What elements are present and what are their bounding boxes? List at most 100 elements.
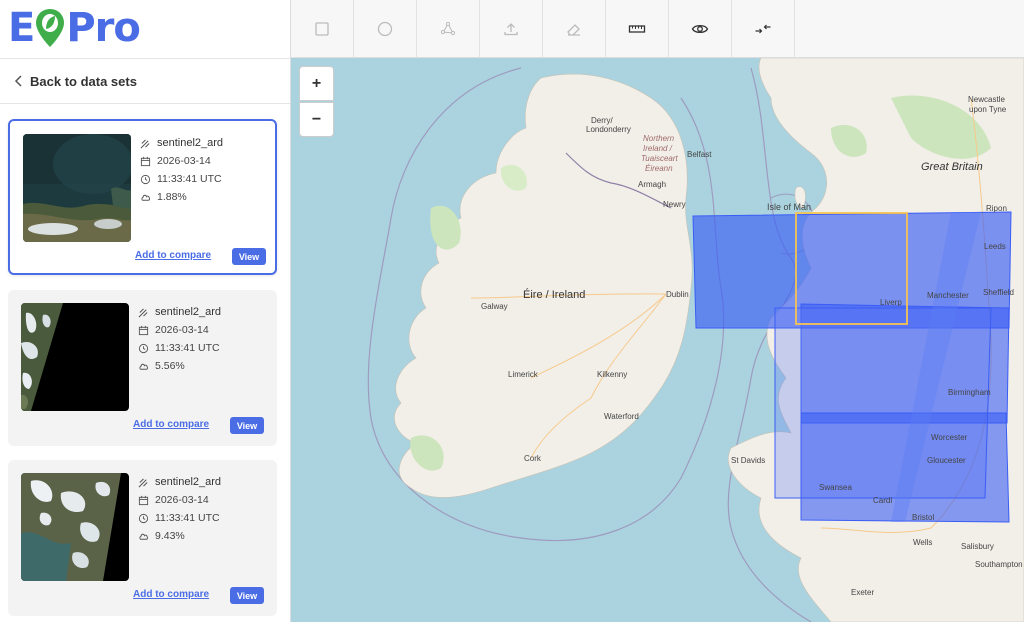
map-label: Birmingham (948, 388, 991, 397)
map-label: Newry (663, 200, 686, 209)
map-label: Kilkenny (597, 370, 628, 379)
map-label: Liverp (880, 298, 902, 307)
map-view[interactable]: + − Derry/ Londonderry Northern Ireland … (291, 58, 1024, 622)
scene-metadata: sentinel2_ard 2026-03-14 11:33:41 UTC 9.… (138, 473, 221, 545)
map-label: Sheffield (983, 288, 1014, 297)
draw-polygon-tool[interactable] (417, 0, 480, 58)
map-label: Worcester (931, 433, 968, 442)
result-card[interactable]: sentinel2_ard 2026-03-14 11:33:41 UTC 1.… (8, 119, 277, 275)
scene-thumbnail[interactable] (21, 473, 129, 581)
collection-name: sentinel2_ard (155, 306, 222, 318)
map-label: Leeds (984, 242, 1006, 251)
map-label: Northern (643, 134, 675, 143)
zoom-in-button[interactable]: + (299, 66, 334, 101)
add-to-compare-link[interactable]: Add to compare (133, 589, 209, 600)
scene-thumbnail[interactable] (21, 303, 129, 411)
map-label: Tuaisceart (641, 154, 678, 163)
map-label: Derry/ (591, 116, 613, 125)
map-label: Armagh (638, 180, 667, 189)
collapse-tool[interactable] (732, 0, 795, 58)
map-label: Southampton (975, 560, 1023, 569)
erase-tool[interactable] (543, 0, 606, 58)
add-to-compare-link[interactable]: Add to compare (133, 419, 209, 430)
map-label: Éire / Ireland (523, 289, 586, 301)
acquisition-date: 2026-03-14 (157, 155, 211, 167)
satellite-icon (140, 138, 150, 148)
map-label: Salisbury (961, 542, 994, 551)
sidebar: E Pro Back to data sets sentinel2_ard 20… (0, 0, 291, 622)
ruler-icon (628, 25, 646, 33)
map-label: Londonderry (586, 125, 631, 134)
map-label: Gloucester (927, 456, 966, 465)
toggle-visibility-tool[interactable] (669, 0, 732, 58)
add-to-compare-link[interactable]: Add to compare (135, 250, 211, 261)
scene-metadata: sentinel2_ard 2026-03-14 11:33:41 UTC 5.… (138, 303, 221, 375)
eye-icon (691, 24, 709, 34)
map-label: Cardi (873, 496, 893, 505)
view-button[interactable]: View (232, 248, 266, 265)
map-label: Ripon (986, 204, 1007, 213)
square-icon (315, 22, 329, 36)
map-label: Isle of Man (767, 202, 812, 212)
collection-name: sentinel2_ard (155, 476, 222, 488)
acquisition-date: 2026-03-14 (155, 494, 209, 506)
circle-icon (377, 21, 393, 37)
map-label: Cork (524, 454, 541, 463)
eopro-logo[interactable]: E Pro (8, 5, 141, 51)
satellite-icon (138, 307, 148, 317)
map-label: Limerick (508, 370, 538, 379)
map-label: upon Tyne (969, 105, 1007, 114)
map-label: Manchester (927, 291, 969, 300)
acquisition-time: 11:33:41 UTC (155, 512, 220, 524)
calendar-icon (138, 495, 149, 505)
view-button[interactable]: View (230, 587, 264, 604)
map-pin-leaf-icon (36, 9, 65, 47)
chevron-left-icon (14, 75, 22, 87)
cloud-icon (139, 533, 149, 540)
acquisition-date: 2026-03-14 (155, 324, 209, 336)
map-label: St Davids (731, 456, 766, 465)
clock-icon (138, 513, 149, 523)
map-label: Ireland / (643, 144, 672, 153)
cloud-cover: 9.43% (155, 530, 185, 542)
cloud-cover: 5.56% (155, 360, 185, 372)
acquisition-time: 11:33:41 UTC (157, 173, 222, 185)
upload-icon (504, 23, 518, 36)
logo-text-right: Pro (66, 5, 141, 51)
draw-rectangle-tool[interactable] (291, 0, 354, 58)
upload-geometry-tool[interactable] (480, 0, 543, 58)
zoom-out-button[interactable]: − (299, 102, 334, 137)
cloud-icon (141, 194, 151, 201)
acquisition-time: 11:33:41 UTC (155, 342, 220, 354)
result-card[interactable]: sentinel2_ard 2026-03-14 11:33:41 UTC 5.… (8, 290, 277, 446)
clock-icon (138, 343, 149, 353)
result-card[interactable]: sentinel2_ard 2026-03-14 11:33:41 UTC 9.… (8, 460, 277, 616)
map-label: Wells (913, 538, 933, 547)
map-label: Swansea (819, 483, 852, 492)
map-label: Galway (481, 302, 508, 311)
calendar-icon (138, 325, 149, 335)
calendar-icon (140, 156, 151, 166)
map-label: Bristol (912, 513, 935, 522)
back-to-data-sets-button[interactable]: Back to data sets (0, 58, 290, 104)
logo-text-left: E (8, 5, 35, 51)
map-label: Éireann (645, 164, 673, 173)
map-label: Dublin (666, 290, 689, 299)
scene-metadata: sentinel2_ard 2026-03-14 11:33:41 UTC 1.… (140, 134, 223, 206)
app: E Pro Back to data sets sentinel2_ard 20… (0, 0, 1024, 622)
collection-name: sentinel2_ard (157, 137, 224, 149)
scene-thumbnail[interactable] (23, 134, 131, 242)
map-label: Newcastle (968, 95, 1005, 104)
map-label: Great Britain (921, 161, 983, 173)
view-button[interactable]: View (230, 417, 264, 434)
eraser-icon (567, 24, 580, 36)
map-label: Waterford (604, 412, 639, 421)
cloud-cover: 1.88% (157, 191, 187, 203)
collapse-arrows-icon (755, 24, 771, 34)
measure-tool[interactable] (606, 0, 669, 58)
cloud-icon (139, 363, 149, 370)
map-label: Exeter (851, 588, 875, 597)
satellite-icon (138, 477, 148, 487)
draw-circle-tool[interactable] (354, 0, 417, 58)
back-label: Back to data sets (30, 73, 137, 89)
